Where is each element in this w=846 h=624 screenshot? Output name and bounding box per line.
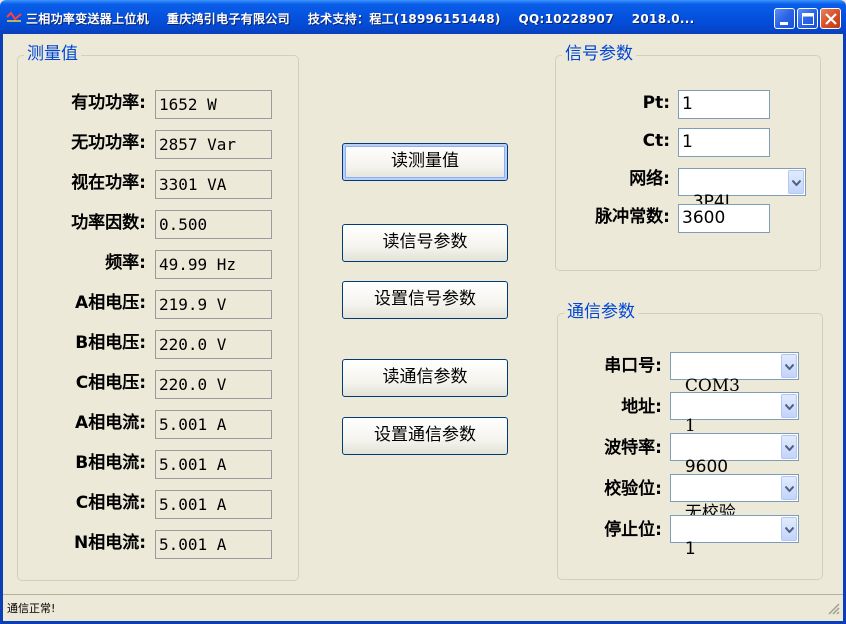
app-icon xyxy=(6,10,22,24)
label-frequency: 频率: xyxy=(105,253,146,273)
label-apparent-power: 视在功率: xyxy=(71,173,146,193)
value-voltage-c: 220.0 V xyxy=(155,370,272,399)
chevron-down-icon[interactable] xyxy=(788,170,804,194)
read-measure-button[interactable]: 读测量值 xyxy=(342,143,508,181)
label-current-b: B相电流: xyxy=(75,453,146,473)
pt-input[interactable]: 1 xyxy=(678,90,770,119)
minimize-button[interactable] xyxy=(774,8,795,29)
label-pt: Pt: xyxy=(642,93,670,113)
label-voltage-a: A相电压: xyxy=(75,293,146,313)
label-ct: Ct: xyxy=(642,131,670,151)
value-active-power: 1652 W xyxy=(155,90,272,119)
maximize-button[interactable] xyxy=(797,8,818,29)
close-button[interactable] xyxy=(820,8,841,29)
baud-select[interactable]: 9600 xyxy=(670,433,799,477)
value-frequency: 49.99 Hz xyxy=(155,250,272,279)
label-parity: 校验位: xyxy=(604,479,662,499)
value-apparent-power: 3301 VA xyxy=(155,170,272,199)
port-select[interactable]: COM3 xyxy=(670,352,799,396)
label-voltage-c: C相电压: xyxy=(75,373,146,393)
value-power-factor: 0.500 xyxy=(155,210,272,239)
ct-input[interactable]: 1 xyxy=(678,128,770,157)
measure-group-title: 测量值 xyxy=(24,44,81,64)
chevron-down-icon[interactable] xyxy=(781,517,797,541)
label-pulse-const: 脉冲常数: xyxy=(595,207,670,227)
label-port: 串口号: xyxy=(604,356,662,376)
label-baud: 波特率: xyxy=(604,438,662,458)
value-current-a: 5.001 A xyxy=(155,410,272,439)
label-power-factor: 功率因数: xyxy=(71,213,146,233)
label-current-a: A相电流: xyxy=(75,413,146,433)
label-address: 地址: xyxy=(621,397,662,417)
label-network: 网络: xyxy=(629,169,670,189)
label-reactive-power: 无功功率: xyxy=(71,133,146,153)
label-voltage-b: B相电压: xyxy=(75,333,146,353)
signal-group-title: 信号参数 xyxy=(562,44,636,64)
value-voltage-b: 220.0 V xyxy=(155,330,272,359)
status-bar: 通信正常! xyxy=(3,594,843,621)
set-signal-button[interactable]: 设置信号参数 xyxy=(342,281,508,319)
label-current-n: N相电流: xyxy=(73,533,146,553)
value-reactive-power: 2857 Var xyxy=(155,130,272,159)
value-voltage-a: 219.9 V xyxy=(155,290,272,319)
network-select[interactable]: 3P4L xyxy=(678,168,806,212)
value-current-b: 5.001 A xyxy=(155,450,272,479)
chevron-down-icon[interactable] xyxy=(781,354,797,378)
value-current-c: 5.001 A xyxy=(155,490,272,519)
title-bar[interactable]: 三相功率变送器上位机 重庆鸿引电子有限公司 技术支持：程工(1899615144… xyxy=(0,0,846,34)
label-active-power: 有功功率: xyxy=(71,93,146,113)
window-title: 三相功率变送器上位机 重庆鸿引电子有限公司 技术支持：程工(1899615144… xyxy=(26,12,695,26)
chevron-down-icon[interactable] xyxy=(781,476,797,500)
status-text: 通信正常! xyxy=(7,602,56,615)
comm-group-title: 通信参数 xyxy=(564,302,638,322)
parity-select[interactable]: 无校验 xyxy=(670,474,799,523)
stop-bits-select[interactable]: 1 xyxy=(670,515,799,559)
label-current-c: C相电流: xyxy=(75,493,146,513)
chevron-down-icon[interactable] xyxy=(781,435,797,459)
set-comm-button[interactable]: 设置通信参数 xyxy=(342,417,508,455)
chevron-down-icon[interactable] xyxy=(781,394,797,418)
stop-bits-select-value: 1 xyxy=(684,539,696,559)
signal-group xyxy=(555,55,821,271)
resize-grip-icon[interactable] xyxy=(828,603,840,618)
value-current-n: 5.001 A xyxy=(155,530,272,559)
pulse-const-input[interactable]: 3600 xyxy=(678,204,770,233)
read-comm-button[interactable]: 读通信参数 xyxy=(342,359,508,397)
label-stop-bits: 停止位: xyxy=(604,520,662,540)
address-select[interactable]: 1 xyxy=(670,392,799,436)
read-signal-button[interactable]: 读信号参数 xyxy=(342,224,508,262)
